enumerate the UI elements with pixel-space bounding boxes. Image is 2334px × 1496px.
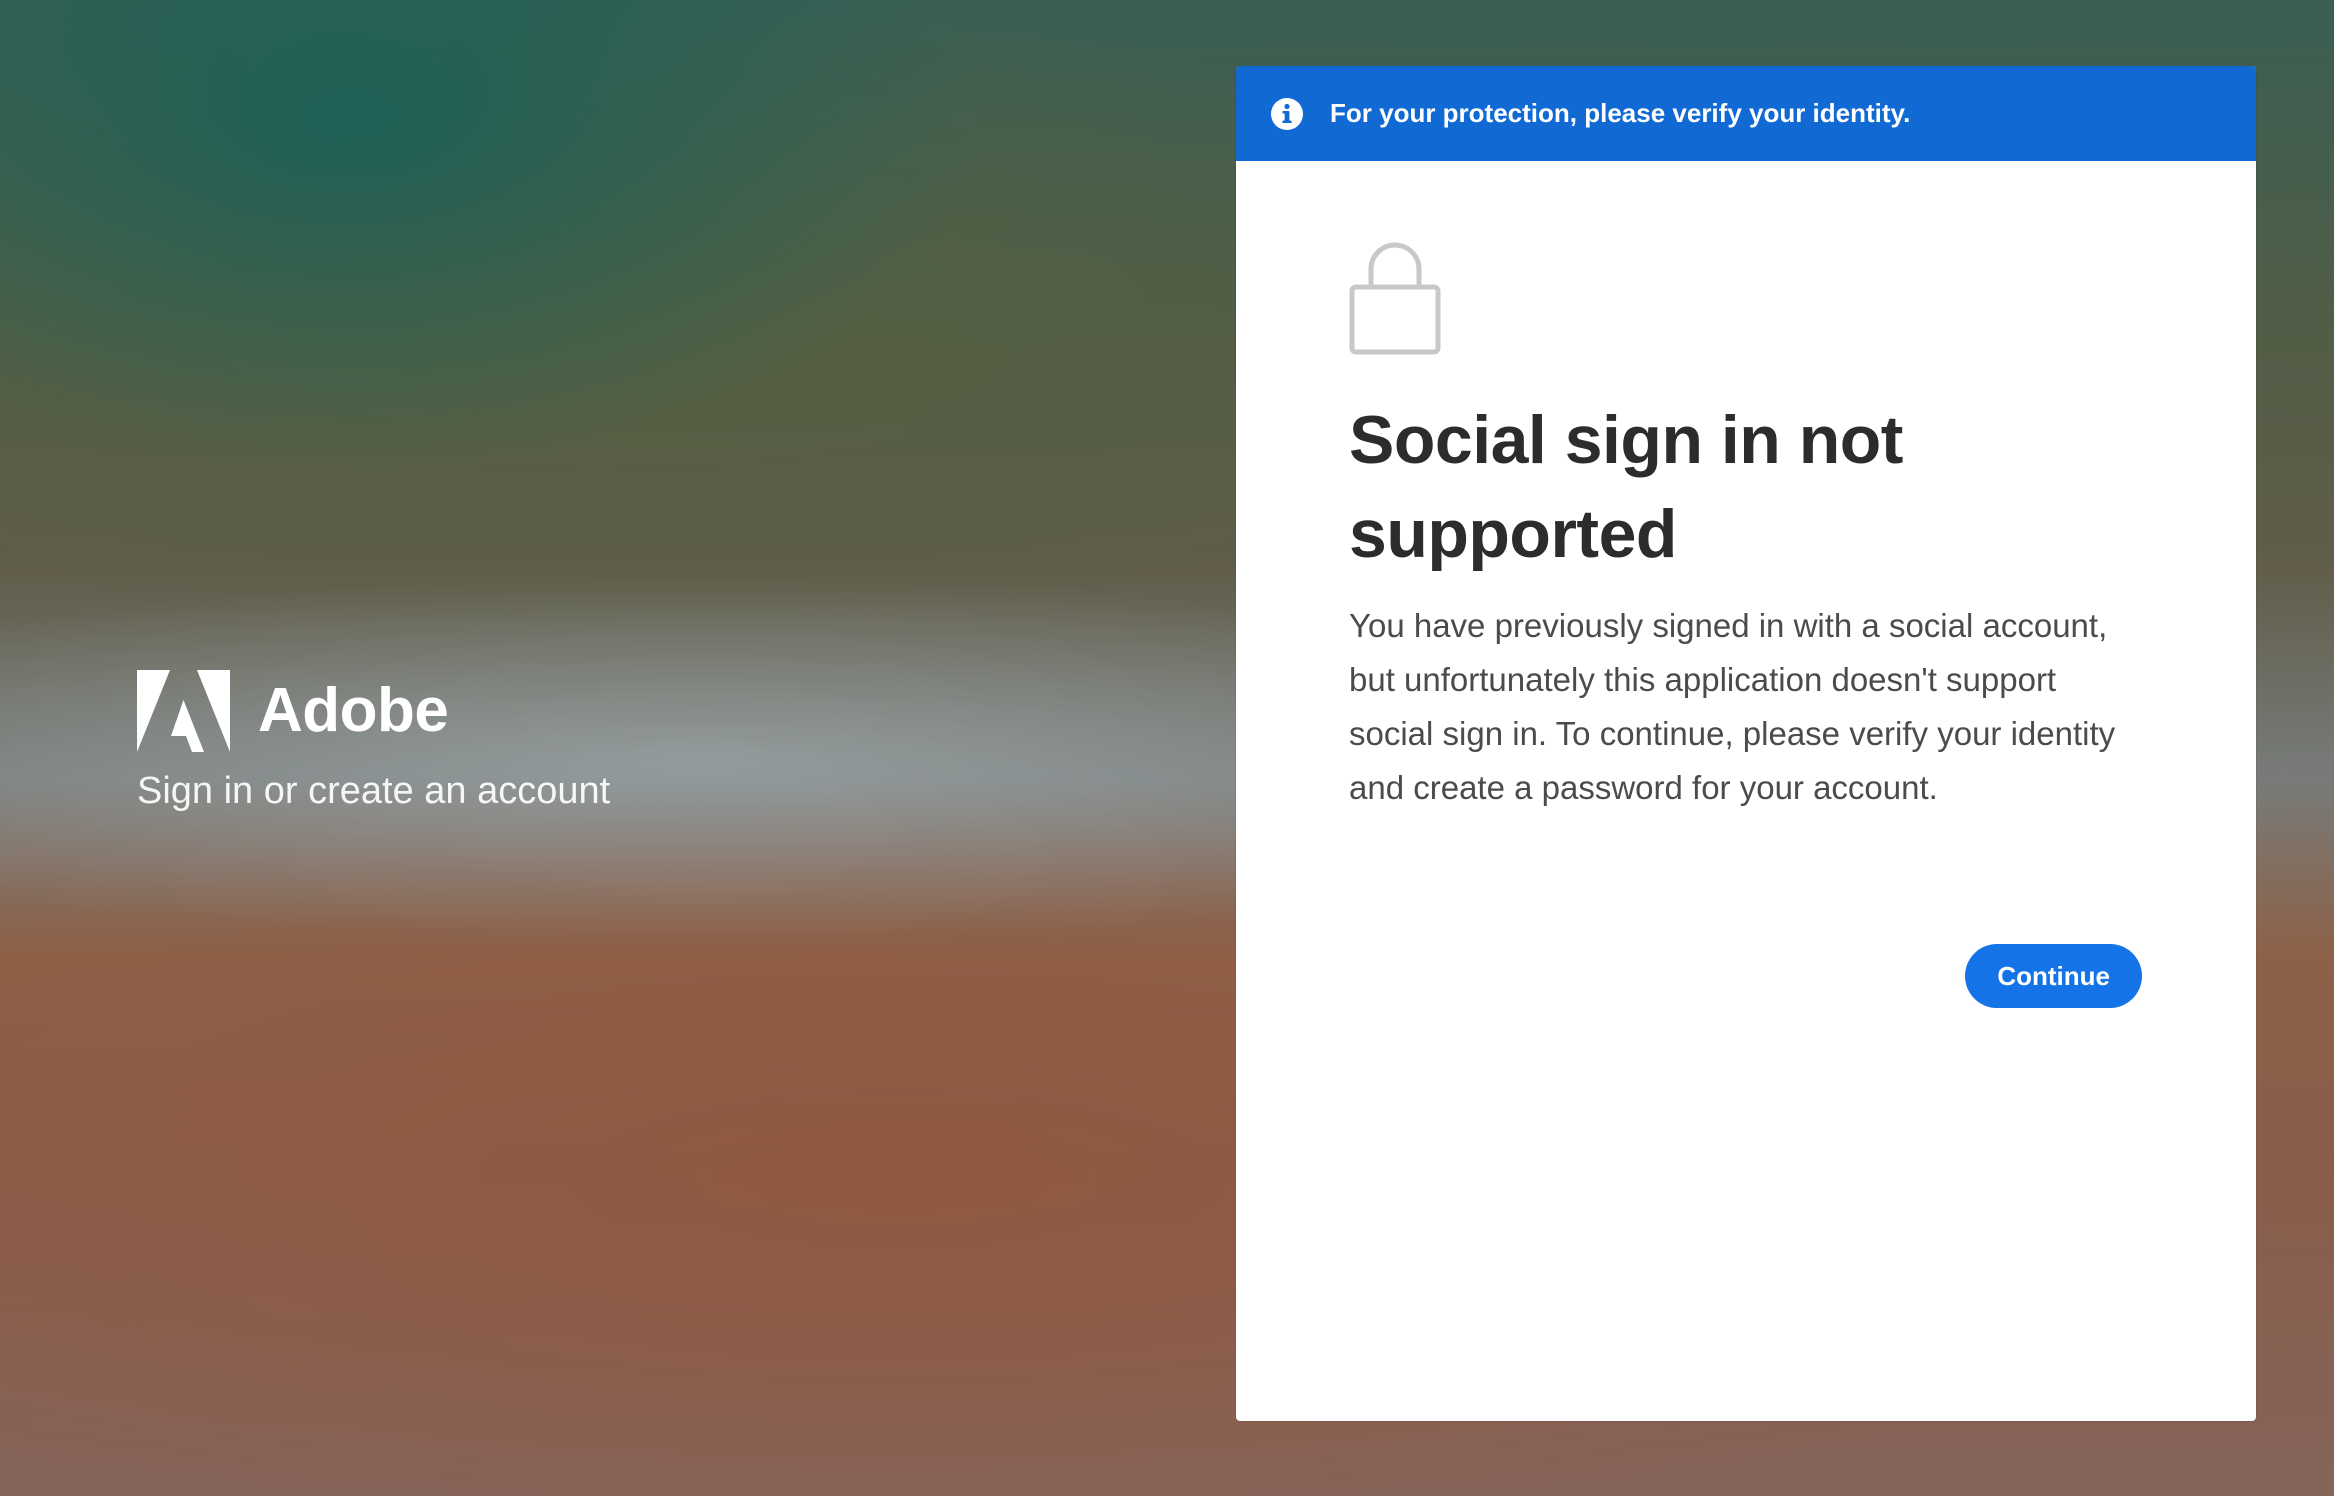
- brand-block: Adobe Sign in or create an account: [137, 670, 610, 813]
- lock-icon: [1349, 242, 1441, 355]
- page-title: Social sign in not supported: [1349, 402, 1903, 572]
- panel-content: Social sign in not supported You have pr…: [1236, 241, 2256, 815]
- adobe-logo-icon: [137, 670, 230, 752]
- banner-message: For your protection, please verify your …: [1330, 98, 1911, 128]
- description-text: You have previously signed in with a soc…: [1349, 607, 2116, 806]
- brand-row: Adobe: [137, 670, 610, 752]
- protection-banner: For your protection, please verify your …: [1236, 66, 2256, 161]
- verification-panel: For your protection, please verify your …: [1236, 66, 2256, 1421]
- continue-button[interactable]: Continue: [1965, 944, 2142, 1008]
- brand-tagline: Sign in or create an account: [137, 770, 611, 812]
- brand-name: Adobe: [258, 676, 449, 745]
- info-icon: [1271, 97, 1303, 130]
- action-row: Continue: [1236, 944, 2142, 1008]
